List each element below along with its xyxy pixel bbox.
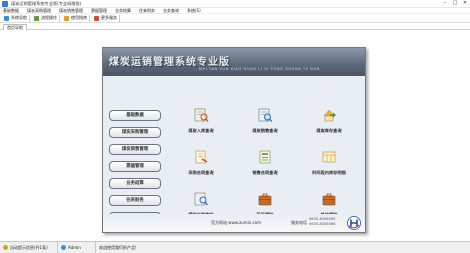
menu-item-purchase[interactable]: 煤炭采购管理: [27, 8, 51, 14]
mine-coal-icon: [258, 193, 272, 206]
company-logo-icon: [347, 216, 361, 230]
service-phones: 0635-8306095 0635-8306088: [309, 217, 335, 226]
nav-finance-button[interactable]: 往来财务: [109, 195, 161, 206]
query-coal-sales-label: 煤炭销售查询: [252, 128, 278, 133]
nav-invoice-button[interactable]: 票据管理: [109, 161, 161, 172]
query-purchase-contract-label: 采购合同查询: [188, 170, 214, 175]
toolbar-guide-button[interactable]: 使用指南: [62, 14, 90, 22]
query-coal-sales[interactable]: 煤炭销售查询: [233, 103, 297, 143]
menu-item-sales[interactable]: 煤炭销售管理: [59, 8, 83, 14]
app-icon: [2, 0, 8, 7]
status-message-text: 欢迎使用我们的产品!: [99, 244, 137, 250]
query-coal-inbound[interactable]: 煤炭入库查询: [169, 103, 233, 143]
status-user-text: Admin: [68, 245, 81, 250]
nav-settlement-button[interactable]: 业务结算: [109, 178, 161, 189]
query-purchase-contract[interactable]: 采购合同查询: [169, 145, 233, 185]
toolbar-service-button[interactable]: 更多服务: [92, 14, 120, 22]
status-user: Admin: [58, 241, 96, 253]
query-coal-stock[interactable]: 煤炭库存查询: [297, 103, 361, 143]
window-controls: – □ ✕: [442, 1, 468, 6]
maximize-icon[interactable]: □: [452, 1, 458, 6]
unit-coal-icon: [322, 193, 336, 206]
menu-item-finance[interactable]: 往来财务: [139, 8, 155, 14]
query-coal-stock-label: 煤炭库存查询: [316, 128, 342, 133]
module-nav: 基础数据 煤炭采购管理 煤炭销售管理 票据管理 业务结算 往来财务 业务查询: [109, 110, 161, 226]
close-icon[interactable]: ✕: [462, 1, 468, 6]
navigation-panel: 煤炭运销管理系统专业版 MEI TAN YUN XIAO GUAN LI XI …: [102, 47, 366, 233]
nav-purchase-button[interactable]: 煤炭采购管理: [109, 127, 161, 138]
toolbar-navigation-button[interactable]: 系统导航: [2, 14, 30, 22]
query-grid: 煤炭入库查询 煤炭销售查询 煤炭库存查询 采购合同查询 销售合同查询 时间段内库…: [169, 103, 361, 227]
toolbar-flow-label: 流程操作: [41, 15, 57, 20]
panel-subtitle: MEI TAN YUN XIAO GUAN LI XI TONG ZHUAN Y…: [199, 67, 320, 71]
coal-sales-icon: [258, 108, 273, 122]
window-title: 煤炭运销管理系统专业版(专业网络版): [11, 0, 82, 6]
panel-title: 煤炭运销管理系统专业版: [109, 57, 230, 68]
flow-icon: [34, 15, 39, 21]
nav-sales-button[interactable]: 煤炭销售管理: [109, 144, 161, 155]
toolbar-guide-label: 使用指南: [71, 15, 87, 20]
service-icon: [94, 15, 99, 21]
user-icon: [61, 245, 66, 250]
navigation-icon: [4, 15, 9, 21]
work-area: 煤炭运销管理系统专业版 MEI TAN YUN XIAO GUAN LI XI …: [0, 30, 470, 241]
purchase-contract-icon: [195, 150, 208, 164]
nav-basic-data-button[interactable]: 基础数据: [109, 110, 161, 121]
period-stock-icon: [322, 151, 336, 163]
coal-type-stock-icon: [194, 192, 208, 206]
query-coal-inbound-label: 煤炭入库查询: [188, 128, 214, 133]
toolbar-flow-button[interactable]: 流程操作: [32, 14, 60, 22]
status-notice-text: 自动提示信息(共1条): [10, 244, 48, 250]
website-link[interactable]: 官方网站:www.zumin.com: [211, 220, 261, 226]
menu-item-system[interactable]: 系统(S): [187, 8, 201, 14]
toolbar-service-label: 更多服务: [101, 15, 117, 20]
status-message: 欢迎使用我们的产品!: [96, 242, 140, 253]
service-phone-label: 服务电话: [291, 220, 307, 225]
service-phone-2: 0635-8306088: [309, 221, 336, 226]
status-bar: 自动提示信息(共1条) Admin 欢迎使用我们的产品!: [0, 241, 470, 253]
menu-item-query[interactable]: 业务查询: [163, 8, 179, 14]
coal-inbound-icon: [194, 108, 209, 122]
toolbar: 系统导航 流程操作 使用指南 更多服务: [0, 14, 470, 23]
sales-contract-icon: [259, 150, 271, 164]
panel-header: 煤炭运销管理系统专业版 MEI TAN YUN XIAO GUAN LI XI …: [103, 48, 365, 76]
query-period-stock-label: 时间段内库存明细: [312, 170, 346, 175]
menu-item-settlement[interactable]: 业务结算: [115, 8, 131, 14]
tab-strip: 首页导航: [0, 23, 470, 30]
query-sales-contract-label: 销售合同查询: [252, 170, 278, 175]
coal-stock-icon: [323, 109, 337, 122]
toolbar-navigation-label: 系统导航: [11, 15, 27, 20]
guide-icon: [64, 15, 69, 21]
query-sales-contract[interactable]: 销售合同查询: [233, 145, 297, 185]
service-phone-1: 0635-8306095: [309, 217, 336, 221]
menu-item-invoice[interactable]: 票据管理: [91, 8, 107, 14]
minimize-icon[interactable]: –: [442, 1, 448, 6]
notice-icon: [3, 245, 8, 250]
query-period-stock[interactable]: 时间段内库存明细: [297, 145, 361, 185]
menu-item-basic-data[interactable]: 基础数据: [3, 8, 19, 14]
panel-footer: 官方网站:www.zumin.com 服务电话 0635-8306095 063…: [103, 214, 365, 232]
status-notice[interactable]: 自动提示信息(共1条): [0, 241, 58, 253]
